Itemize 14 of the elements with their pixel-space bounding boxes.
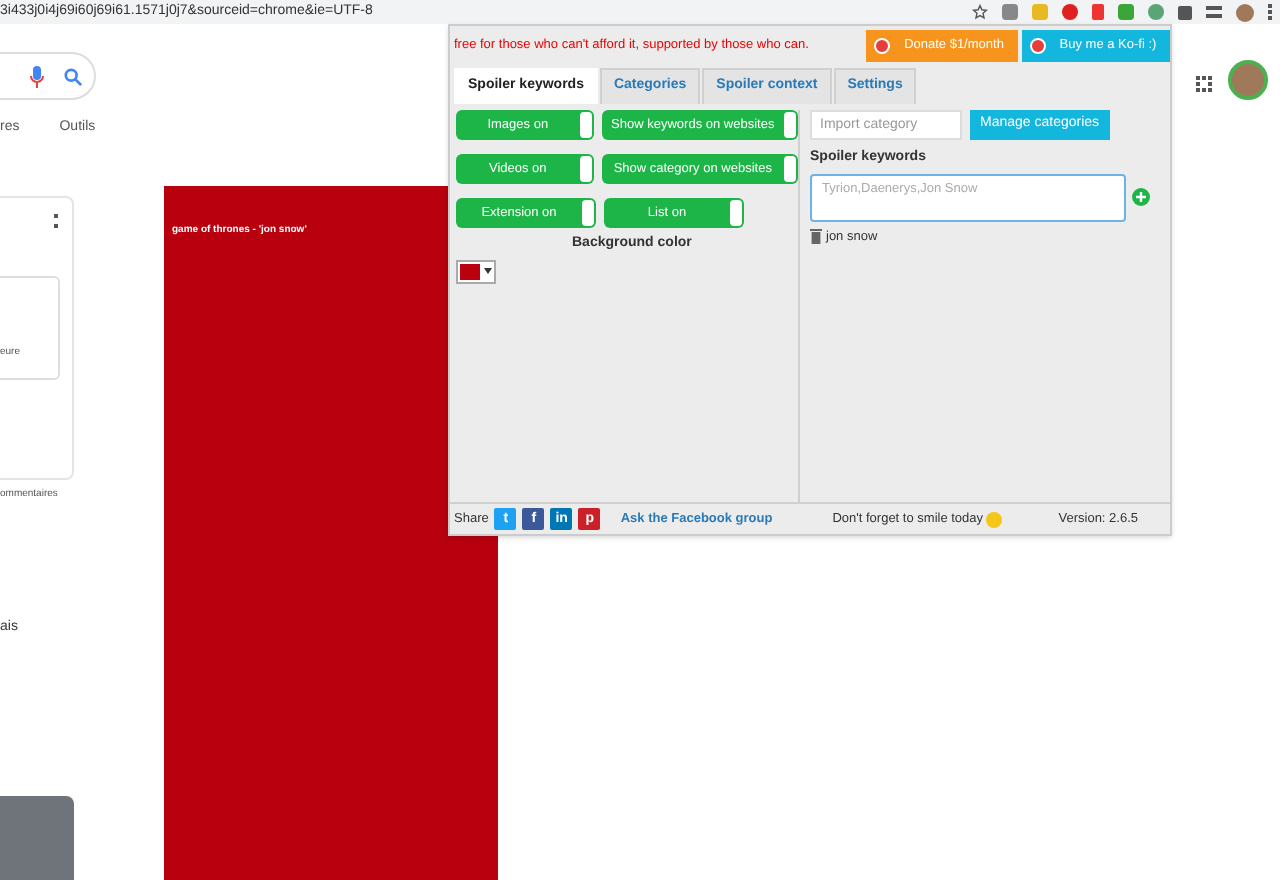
trash-icon[interactable] xyxy=(810,228,822,245)
smiley-icon xyxy=(985,511,1002,527)
color-picker[interactable] xyxy=(456,259,496,283)
avatar-icon[interactable] xyxy=(1236,3,1254,21)
caret-icon xyxy=(484,268,492,274)
avatar-icon[interactable] xyxy=(1228,60,1268,100)
search-bar[interactable] xyxy=(0,52,96,100)
photo-placeholder xyxy=(0,795,74,880)
apps-grid-icon[interactable] xyxy=(1196,76,1212,92)
record-icon xyxy=(874,38,890,54)
microphone-icon[interactable] xyxy=(30,65,44,87)
search-icon[interactable] xyxy=(64,67,82,85)
add-icon[interactable] xyxy=(1132,188,1150,206)
star-icon[interactable] xyxy=(972,4,988,20)
